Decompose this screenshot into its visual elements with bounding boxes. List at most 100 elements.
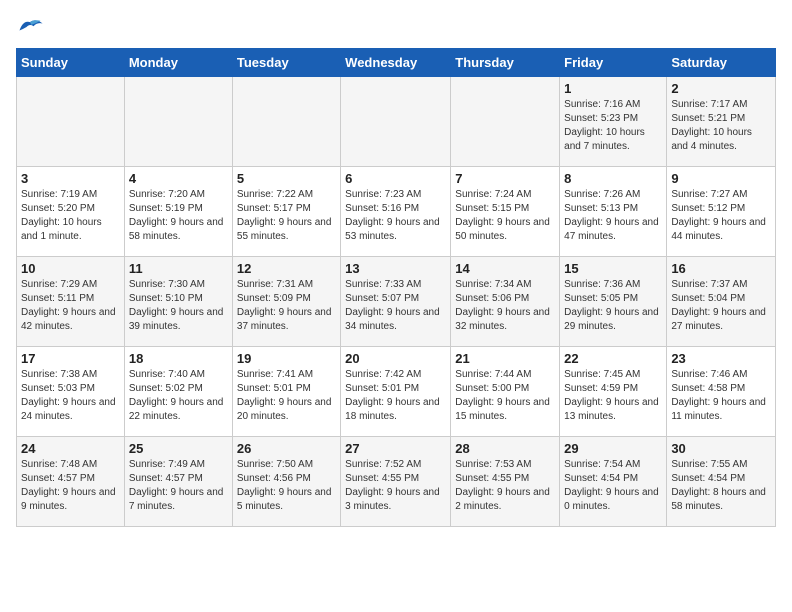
col-header-thursday: Thursday	[451, 49, 560, 77]
day-info: Sunrise: 7:49 AM Sunset: 4:57 PM Dayligh…	[129, 458, 228, 514]
header-row: SundayMondayTuesdayWednesdayThursdayFrid…	[17, 49, 776, 77]
day-info: Sunrise: 7:26 AM Sunset: 5:13 PM Dayligh…	[564, 188, 662, 244]
day-info: Sunrise: 7:54 AM Sunset: 4:54 PM Dayligh…	[564, 458, 662, 514]
week-row-2: 3 Sunrise: 7:19 AM Sunset: 5:20 PM Daylig…	[17, 167, 776, 257]
day-info: Sunrise: 7:24 AM Sunset: 5:15 PM Dayligh…	[455, 188, 555, 244]
day-cell: 4Sunrise: 7:20 AM Sunset: 5:19 PM Daylig…	[124, 167, 232, 257]
day-info: Sunrise: 7:44 AM Sunset: 5:00 PM Dayligh…	[455, 368, 555, 424]
day-cell: 7 Sunrise: 7:24 AM Sunset: 5:15 PM Daylig…	[451, 167, 560, 257]
day-cell: 30 Sunrise: 7:55 AM Sunset: 4:54 PM Dayli…	[667, 437, 776, 527]
day-number: 27	[345, 441, 446, 456]
day-number: 30	[671, 441, 771, 456]
day-info: Sunrise: 7:37 AM Sunset: 5:04 PM Dayligh…	[671, 278, 771, 334]
calendar-table: SundayMondayTuesdayWednesdayThursdayFrid…	[16, 48, 776, 527]
day-number: 28	[455, 441, 555, 456]
day-info: Sunrise: 7:48 AM Sunset: 4:57 PM Dayligh…	[21, 458, 120, 514]
day-number: 20	[345, 351, 446, 366]
day-number: 19	[237, 351, 336, 366]
day-number: 3	[21, 171, 120, 186]
day-cell: 27 Sunrise: 7:52 AM Sunset: 4:55 PM Dayli…	[341, 437, 451, 527]
day-number: 16	[671, 261, 771, 276]
day-cell: 8 Sunrise: 7:26 AM Sunset: 5:13 PM Daylig…	[560, 167, 667, 257]
day-number: 11	[129, 261, 228, 276]
day-info: Sunrise: 7:29 AM Sunset: 5:11 PM Dayligh…	[21, 278, 120, 334]
day-number: 7	[455, 171, 555, 186]
day-cell: 28 Sunrise: 7:53 AM Sunset: 4:55 PM Dayli…	[451, 437, 560, 527]
day-info: Sunrise: 7:31 AM Sunset: 5:09 PM Dayligh…	[237, 278, 336, 334]
day-cell: 9 Sunrise: 7:27 AM Sunset: 5:12 PM Daylig…	[667, 167, 776, 257]
day-cell: 22Sunrise: 7:45 AM Sunset: 4:59 PM Dayli…	[560, 347, 667, 437]
day-number: 4	[129, 171, 228, 186]
day-info: Sunrise: 7:33 AM Sunset: 5:07 PM Dayligh…	[345, 278, 446, 334]
day-cell: 29 Sunrise: 7:54 AM Sunset: 4:54 PM Dayli…	[560, 437, 667, 527]
col-header-monday: Monday	[124, 49, 232, 77]
day-cell: 23Sunrise: 7:46 AM Sunset: 4:58 PM Dayli…	[667, 347, 776, 437]
day-info: Sunrise: 7:17 AM Sunset: 5:21 PM Dayligh…	[671, 98, 771, 154]
day-info: Sunrise: 7:46 AM Sunset: 4:58 PM Dayligh…	[671, 368, 771, 424]
day-number: 12	[237, 261, 336, 276]
day-cell	[124, 77, 232, 167]
logo-bird-icon	[16, 16, 44, 38]
day-cell	[451, 77, 560, 167]
day-cell: 15Sunrise: 7:36 AM Sunset: 5:05 PM Dayli…	[560, 257, 667, 347]
day-cell: 25 Sunrise: 7:49 AM Sunset: 4:57 PM Dayli…	[124, 437, 232, 527]
day-number: 15	[564, 261, 662, 276]
day-number: 25	[129, 441, 228, 456]
day-number: 14	[455, 261, 555, 276]
day-number: 2	[671, 81, 771, 96]
week-row-4: 17 Sunrise: 7:38 AM Sunset: 5:03 PM Dayli…	[17, 347, 776, 437]
day-info: Sunrise: 7:23 AM Sunset: 5:16 PM Dayligh…	[345, 188, 446, 244]
day-number: 17	[21, 351, 120, 366]
day-cell: 18 Sunrise: 7:40 AM Sunset: 5:02 PM Dayli…	[124, 347, 232, 437]
day-number: 6	[345, 171, 446, 186]
day-info: Sunrise: 7:50 AM Sunset: 4:56 PM Dayligh…	[237, 458, 336, 514]
day-number: 10	[21, 261, 120, 276]
day-number: 29	[564, 441, 662, 456]
day-info: Sunrise: 7:45 AM Sunset: 4:59 PM Dayligh…	[564, 368, 662, 424]
day-number: 5	[237, 171, 336, 186]
week-row-5: 24 Sunrise: 7:48 AM Sunset: 4:57 PM Dayli…	[17, 437, 776, 527]
week-row-3: 10 Sunrise: 7:29 AM Sunset: 5:11 PM Dayli…	[17, 257, 776, 347]
day-cell: 14 Sunrise: 7:34 AM Sunset: 5:06 PM Dayli…	[451, 257, 560, 347]
day-cell: 24 Sunrise: 7:48 AM Sunset: 4:57 PM Dayli…	[17, 437, 125, 527]
day-cell: 20 Sunrise: 7:42 AM Sunset: 5:01 PM Dayli…	[341, 347, 451, 437]
week-row-1: 1 Sunrise: 7:16 AM Sunset: 5:23 PM Daylig…	[17, 77, 776, 167]
day-info: Sunrise: 7:16 AM Sunset: 5:23 PM Dayligh…	[564, 98, 662, 154]
day-info: Sunrise: 7:30 AM Sunset: 5:10 PM Dayligh…	[129, 278, 228, 334]
day-number: 1	[564, 81, 662, 96]
day-info: Sunrise: 7:27 AM Sunset: 5:12 PM Dayligh…	[671, 188, 771, 244]
day-cell	[341, 77, 451, 167]
logo	[16, 16, 48, 38]
day-cell: 21 Sunrise: 7:44 AM Sunset: 5:00 PM Dayli…	[451, 347, 560, 437]
day-info: Sunrise: 7:53 AM Sunset: 4:55 PM Dayligh…	[455, 458, 555, 514]
day-number: 18	[129, 351, 228, 366]
day-cell	[17, 77, 125, 167]
day-cell	[232, 77, 340, 167]
col-header-tuesday: Tuesday	[232, 49, 340, 77]
day-cell: 10 Sunrise: 7:29 AM Sunset: 5:11 PM Dayli…	[17, 257, 125, 347]
col-header-friday: Friday	[560, 49, 667, 77]
day-cell: 17 Sunrise: 7:38 AM Sunset: 5:03 PM Dayli…	[17, 347, 125, 437]
day-cell: 13 Sunrise: 7:33 AM Sunset: 5:07 PM Dayli…	[341, 257, 451, 347]
day-info: Sunrise: 7:19 AM Sunset: 5:20 PM Dayligh…	[21, 188, 120, 244]
day-cell: 11 Sunrise: 7:30 AM Sunset: 5:10 PM Dayli…	[124, 257, 232, 347]
day-cell: 5 Sunrise: 7:22 AM Sunset: 5:17 PM Daylig…	[232, 167, 340, 257]
day-cell: 26 Sunrise: 7:50 AM Sunset: 4:56 PM Dayli…	[232, 437, 340, 527]
day-info: Sunrise: 7:34 AM Sunset: 5:06 PM Dayligh…	[455, 278, 555, 334]
day-info: Sunrise: 7:42 AM Sunset: 5:01 PM Dayligh…	[345, 368, 446, 424]
day-info: Sunrise: 7:38 AM Sunset: 5:03 PM Dayligh…	[21, 368, 120, 424]
day-number: 13	[345, 261, 446, 276]
day-cell: 16 Sunrise: 7:37 AM Sunset: 5:04 PM Dayli…	[667, 257, 776, 347]
day-info: Sunrise: 7:40 AM Sunset: 5:02 PM Dayligh…	[129, 368, 228, 424]
day-info: Sunrise: 7:52 AM Sunset: 4:55 PM Dayligh…	[345, 458, 446, 514]
day-number: 21	[455, 351, 555, 366]
day-number: 24	[21, 441, 120, 456]
day-number: 9	[671, 171, 771, 186]
day-number: 26	[237, 441, 336, 456]
day-number: 8	[564, 171, 662, 186]
day-cell: 12 Sunrise: 7:31 AM Sunset: 5:09 PM Dayli…	[232, 257, 340, 347]
day-cell: 6 Sunrise: 7:23 AM Sunset: 5:16 PM Daylig…	[341, 167, 451, 257]
day-info: Sunrise: 7:22 AM Sunset: 5:17 PM Dayligh…	[237, 188, 336, 244]
day-cell: 1 Sunrise: 7:16 AM Sunset: 5:23 PM Daylig…	[560, 77, 667, 167]
day-info: Sunrise: 7:55 AM Sunset: 4:54 PM Dayligh…	[671, 458, 771, 514]
